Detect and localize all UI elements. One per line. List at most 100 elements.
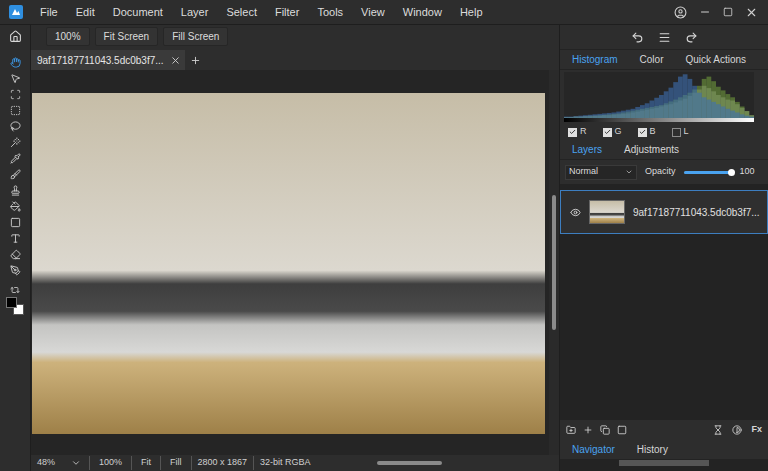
menu-item[interactable]: File — [31, 0, 67, 25]
canvas-area — [31, 70, 559, 455]
new-tab-icon[interactable] — [190, 55, 201, 66]
dropdown-icon — [625, 168, 633, 176]
home-icon[interactable] — [9, 30, 22, 43]
panel-tab[interactable]: Adjustments — [624, 142, 679, 157]
view-button[interactable]: Fill Screen — [163, 27, 228, 46]
tool-button[interactable] — [3, 231, 27, 245]
photo-editor: FileEditDocumentLayerSelectFilterToolsVi… — [0, 0, 768, 471]
visibility-icon[interactable] — [570, 207, 581, 218]
panel-tab[interactable]: Navigator — [572, 442, 615, 457]
menu-item[interactable]: Select — [217, 0, 266, 25]
view-button[interactable]: 100% — [46, 27, 90, 46]
channel-checkboxes: RGBL — [560, 124, 768, 140]
color-swatches[interactable] — [6, 297, 24, 315]
close-icon[interactable] — [745, 6, 758, 19]
maximize-icon[interactable] — [723, 7, 733, 17]
menu-bar: FileEditDocumentLayerSelectFilterToolsVi… — [0, 0, 768, 25]
tool-icon — [10, 73, 21, 84]
panel-tab[interactable]: Histogram — [572, 52, 618, 67]
foreground-color[interactable] — [6, 297, 17, 308]
status-bar: 48%100%FitFill2800 x 186732-bit RGBA — [31, 455, 559, 471]
horizontal-scrollbar[interactable] — [317, 461, 559, 465]
tool-icon — [10, 57, 21, 68]
layer-row[interactable]: 9af17187711043.5dc0b3f7... — [560, 190, 768, 234]
channel-checkbox[interactable]: L — [672, 125, 689, 139]
zoom-dropdown-icon[interactable] — [71, 458, 81, 468]
channel-checkbox[interactable]: B — [638, 125, 656, 139]
duplicate-layer-icon[interactable] — [600, 425, 610, 435]
tool-button[interactable] — [3, 199, 27, 213]
history-controls — [560, 25, 768, 50]
channel-checkbox[interactable]: G — [603, 125, 622, 139]
tool-button[interactable] — [3, 119, 27, 133]
undo-icon[interactable] — [631, 31, 644, 44]
zoom-field[interactable]: 48% — [31, 456, 71, 470]
panel-tab[interactable]: Color — [640, 52, 664, 67]
menu-item[interactable]: Layer — [172, 0, 218, 25]
menu-item[interactable]: View — [352, 0, 394, 25]
menu-item[interactable]: Tools — [308, 0, 352, 25]
histogram-scale — [564, 118, 754, 122]
tool-button[interactable] — [3, 71, 27, 85]
status-button[interactable]: Fill — [160, 456, 191, 470]
tool-icon — [10, 137, 21, 148]
tool-button[interactable] — [3, 247, 27, 261]
new-group-icon[interactable] — [566, 425, 576, 435]
menu-item[interactable]: Help — [451, 0, 492, 25]
minimize-icon[interactable] — [699, 6, 711, 18]
blend-mode-select[interactable]: Normal — [565, 165, 637, 180]
menu-item[interactable]: Document — [104, 0, 172, 25]
tool-button[interactable] — [3, 87, 27, 101]
panel-tab[interactable]: History — [637, 442, 668, 457]
menu-item[interactable]: Filter — [266, 0, 308, 25]
image-size: 2800 x 1867 — [191, 456, 254, 470]
status-button[interactable]: 100% — [89, 456, 131, 470]
check-icon — [604, 128, 611, 136]
view-bar: 100% Fit ScreenFill Screen — [31, 25, 559, 48]
tool-icon — [10, 169, 21, 180]
tool-icon — [10, 249, 21, 260]
tool-icon — [10, 89, 21, 100]
redo-icon[interactable] — [685, 31, 698, 44]
tool-button[interactable] — [3, 135, 27, 149]
panel-tab[interactable]: Quick Actions — [685, 52, 746, 67]
check-icon — [569, 128, 576, 136]
layer-thumbnail — [589, 200, 625, 224]
view-button[interactable]: Fit Screen — [95, 27, 159, 46]
tool-icon — [10, 217, 21, 228]
effects-button[interactable]: Fx — [751, 423, 762, 437]
tool-button[interactable] — [3, 103, 27, 117]
tool-button[interactable] — [3, 263, 27, 277]
layer-tabs: Layers Adjustments — [560, 140, 768, 160]
tool-icon — [10, 153, 21, 164]
layer-actions: Fx — [560, 420, 768, 440]
check-icon — [639, 128, 646, 136]
vertical-scrollbar[interactable] — [549, 70, 559, 455]
tool-button[interactable] — [3, 55, 27, 69]
tool-button[interactable] — [3, 151, 27, 165]
adjustment-icon[interactable] — [732, 425, 742, 435]
new-layer-icon[interactable] — [583, 425, 593, 435]
panel-tab[interactable]: Layers — [572, 142, 602, 157]
menu-item[interactable]: Window — [394, 0, 451, 25]
tool-button[interactable] — [3, 183, 27, 197]
status-button[interactable]: Fit — [131, 456, 160, 470]
merge-icon[interactable] — [713, 425, 723, 435]
menu-item[interactable]: Edit — [67, 0, 104, 25]
document-image — [32, 93, 545, 434]
tool-button[interactable] — [3, 215, 27, 229]
document-tab[interactable]: 9af17187711043.5dc0b3f7... — [31, 50, 185, 70]
opacity-slider[interactable] — [684, 171, 732, 174]
toolbar — [0, 25, 31, 471]
swap-colors-icon[interactable] — [10, 285, 20, 295]
mask-icon[interactable] — [617, 425, 627, 435]
menu-icon[interactable] — [658, 31, 671, 44]
channel-checkbox[interactable]: R — [568, 125, 587, 139]
opacity-value: 100 — [740, 165, 755, 179]
tool-button[interactable] — [3, 167, 27, 181]
close-tab-icon[interactable] — [170, 55, 181, 66]
tool-icon — [10, 233, 21, 244]
tool-icon — [10, 201, 21, 212]
user-icon[interactable] — [674, 6, 687, 19]
tool-icon — [10, 121, 21, 132]
